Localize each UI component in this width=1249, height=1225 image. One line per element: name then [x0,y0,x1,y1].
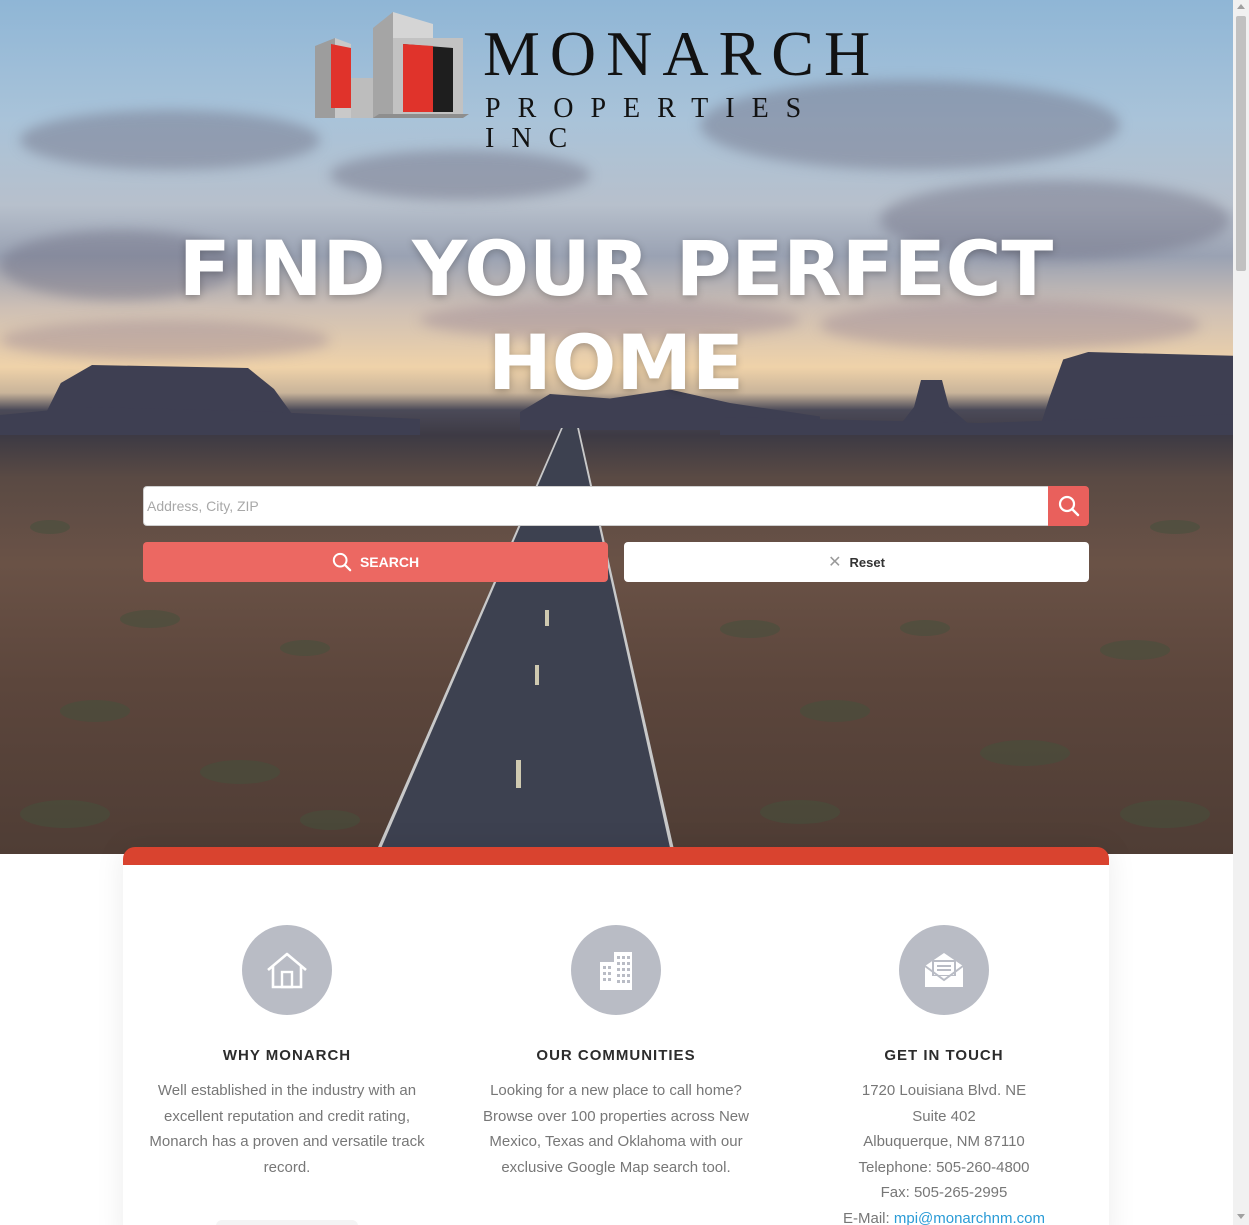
buildings-icon [571,925,661,1015]
features-card: WHY MONARCH Well established in the indu… [123,847,1109,1225]
hero-headline: FIND YOUR PERFECT HOME [116,222,1116,410]
logo[interactable]: MONARCH PROPERTIES INC [313,8,925,154]
address-line-3: Albuquerque, NM 87110 [863,1133,1025,1150]
search-button-label: SEARCH [359,554,420,570]
search-button[interactable]: SEARCH [143,542,608,582]
search-icon [332,552,352,572]
telephone: Telephone: 505-260-4800 [858,1158,1030,1176]
headline-line-1: FIND YOUR PERFECT [178,224,1054,313]
brand-name: MONARCH [483,18,881,89]
logo-mark-icon [315,12,469,118]
email-row: E-Mail: mpi@monarchnm.com [794,1206,1094,1225]
search-input[interactable] [143,486,1049,526]
reset-button-label: Reset [849,554,885,570]
email-link[interactable]: mpi@monarchnm.com [894,1210,1045,1225]
feature-text: Looking for a new place to call home? Br… [483,1082,749,1176]
feature-title: WHY MONARCH [222,1047,352,1064]
scroll-up-arrow-icon[interactable] [1237,4,1245,9]
close-icon: ✕ [828,554,842,571]
hero-banner: MONARCH PROPERTIES INC FIND YOUR PERFECT… [0,0,1233,854]
address-line-1: 1720 Louisiana Blvd. NE [861,1082,1027,1099]
scrollbar-thumb[interactable] [1236,16,1246,271]
reset-button[interactable]: ✕ Reset [624,542,1089,582]
feature-text: Well established in the industry with an… [149,1082,425,1176]
fax: Fax: 505-265-2995 [880,1184,1008,1201]
brand-subtitle: PROPERTIES INC [485,93,819,154]
scrollbar[interactable] [1233,0,1249,1225]
contact-details: 1720 Louisiana Blvd. NE Suite 402 Albuqu… [794,1078,1094,1225]
headline-line-2: HOME [488,318,744,407]
mail-icon [899,925,989,1015]
home-icon [242,925,332,1015]
search-submit-button[interactable] [1048,486,1089,526]
feature-get-in-touch: GET IN TOUCH 1720 Louisiana Blvd. NE Sui… [794,925,1094,1225]
search-icon [1058,495,1079,517]
feature-title: GET IN TOUCH [884,1047,1004,1064]
address-line-2: Suite 402 [912,1107,976,1125]
feature-title: OUR COMMUNITIES [536,1047,696,1064]
feature-our-communities: OUR COMMUNITIES Looking for a new place … [466,925,766,1180]
learn-more-button[interactable] [216,1220,358,1225]
scroll-down-arrow-icon[interactable] [1237,1214,1245,1219]
email-label: E-Mail: [843,1209,890,1225]
feature-why-monarch: WHY MONARCH Well established in the indu… [137,925,437,1225]
